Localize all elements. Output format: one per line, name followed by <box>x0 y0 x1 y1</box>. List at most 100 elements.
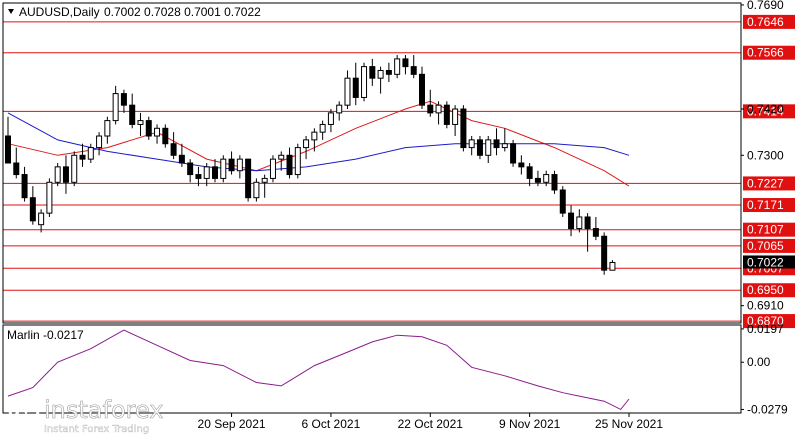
candle-body-up <box>501 143 508 149</box>
candle <box>54 163 61 187</box>
candle-body-up <box>485 139 492 156</box>
candle-body-down <box>526 166 533 179</box>
candle-body-down <box>601 235 608 271</box>
candle <box>71 151 78 187</box>
candle-body-down <box>195 174 202 179</box>
candle-body-down <box>29 197 36 222</box>
candle-body-down <box>286 154 293 176</box>
level-label: 0.6950 <box>747 283 784 297</box>
current-price-label: 0.7022 <box>747 255 784 269</box>
candle-body-up <box>137 120 144 125</box>
candle-body-up <box>294 147 301 176</box>
watermark-tagline: Instant Forex Trading <box>44 424 149 435</box>
candle-body-up <box>327 112 334 125</box>
candle-body-down <box>145 120 152 137</box>
candle-body-up <box>468 139 475 149</box>
candle-body-up <box>377 69 384 79</box>
candle-body-down <box>162 127 169 145</box>
candle-body-down <box>79 154 86 160</box>
time-tick-label: 25 Nov 2021 <box>595 417 663 431</box>
candle-body-down <box>568 212 575 230</box>
candle-body-up <box>253 181 260 199</box>
candle-body-down <box>120 93 127 106</box>
candle-body-up <box>319 123 326 133</box>
candle-body-down <box>592 228 599 237</box>
candle <box>559 186 566 217</box>
candle-body-down <box>559 189 566 214</box>
time-tick-label: 20 Sep 2021 <box>198 417 266 431</box>
candle-body-up <box>54 166 61 183</box>
candle <box>145 116 152 140</box>
candle-body-up <box>435 104 442 114</box>
candle-body-down <box>385 69 392 75</box>
candle-body-up <box>278 154 285 160</box>
candle-body-down <box>13 162 20 176</box>
oscillator-label: Marlin -0.0217 <box>7 328 84 342</box>
candle-body-up <box>452 108 459 125</box>
candle-body-up <box>96 135 103 149</box>
candle-body-down <box>460 108 467 149</box>
header: AUDUSD,Daily 0.7002 0.7028 0.7001 0.7022 <box>8 5 261 19</box>
level-label: 0.7107 <box>747 223 784 237</box>
candle-body-up <box>311 131 318 141</box>
candle-body-up <box>112 93 119 122</box>
candle-body-up <box>394 58 401 75</box>
level-label: 0.7065 <box>747 239 784 253</box>
candle <box>294 143 301 179</box>
ohlc-values: 0.7002 0.7028 0.7001 0.7022 <box>104 5 261 19</box>
candle-body-down <box>518 162 525 168</box>
candle-body-up <box>71 154 78 183</box>
candle <box>510 139 517 167</box>
candle <box>361 62 368 102</box>
candle-body-down <box>212 166 218 179</box>
candle-body-up <box>46 181 53 214</box>
candle <box>476 136 483 160</box>
candle-body-up <box>220 158 227 179</box>
time-tick-label: 9 Nov 2021 <box>499 417 561 431</box>
candle-body-down <box>245 158 252 199</box>
candle-body-up <box>336 104 343 114</box>
candle <box>253 178 260 202</box>
candle <box>460 105 467 152</box>
level-label: 0.7566 <box>747 46 784 60</box>
candle-body-up <box>104 120 111 137</box>
level-label: 0.7646 <box>747 15 784 29</box>
level-label: 0.7227 <box>747 176 784 190</box>
candle <box>220 155 227 183</box>
candle-body-down <box>551 174 558 191</box>
candle-body-up <box>303 139 310 149</box>
oscillator-tick-label: 0.00 <box>747 355 771 369</box>
candle <box>443 101 450 129</box>
candle-body-up <box>576 216 583 230</box>
candle-body-down <box>510 143 517 164</box>
candle-body-up <box>38 212 45 226</box>
candle-body-up <box>543 174 550 183</box>
candle <box>245 158 252 202</box>
candle-body-down <box>187 162 194 176</box>
candle <box>162 124 169 148</box>
candle-body-up <box>154 127 161 137</box>
candle-body-down <box>402 58 409 68</box>
time-tick-label: 6 Oct 2021 <box>302 417 361 431</box>
symbol-label: AUDUSD,Daily <box>19 5 100 19</box>
level-label: 0.7171 <box>747 198 784 212</box>
candle-body-up <box>361 66 368 98</box>
candle-body-down <box>62 166 69 183</box>
candle-body-up <box>344 77 351 106</box>
candle <box>394 55 401 79</box>
candle-body-up <box>609 261 616 271</box>
candle-body-down <box>443 104 450 125</box>
candle-body-up <box>261 177 268 183</box>
oscillator-tick-label: 0.0197 <box>747 322 784 336</box>
candle <box>551 170 558 194</box>
candle-body-down <box>21 174 28 199</box>
candle-body-down <box>170 143 177 156</box>
candle-body-up <box>203 166 210 179</box>
current-price-layer: 0.7022 <box>743 255 795 269</box>
candle-body-down <box>584 216 591 230</box>
candle-body-up <box>236 158 243 172</box>
candle-body-down <box>410 66 417 75</box>
candle-body-down <box>228 158 235 172</box>
chart: 0.76460.75660.74140.72270.71710.71070.70… <box>0 0 798 437</box>
candle <box>269 155 276 183</box>
